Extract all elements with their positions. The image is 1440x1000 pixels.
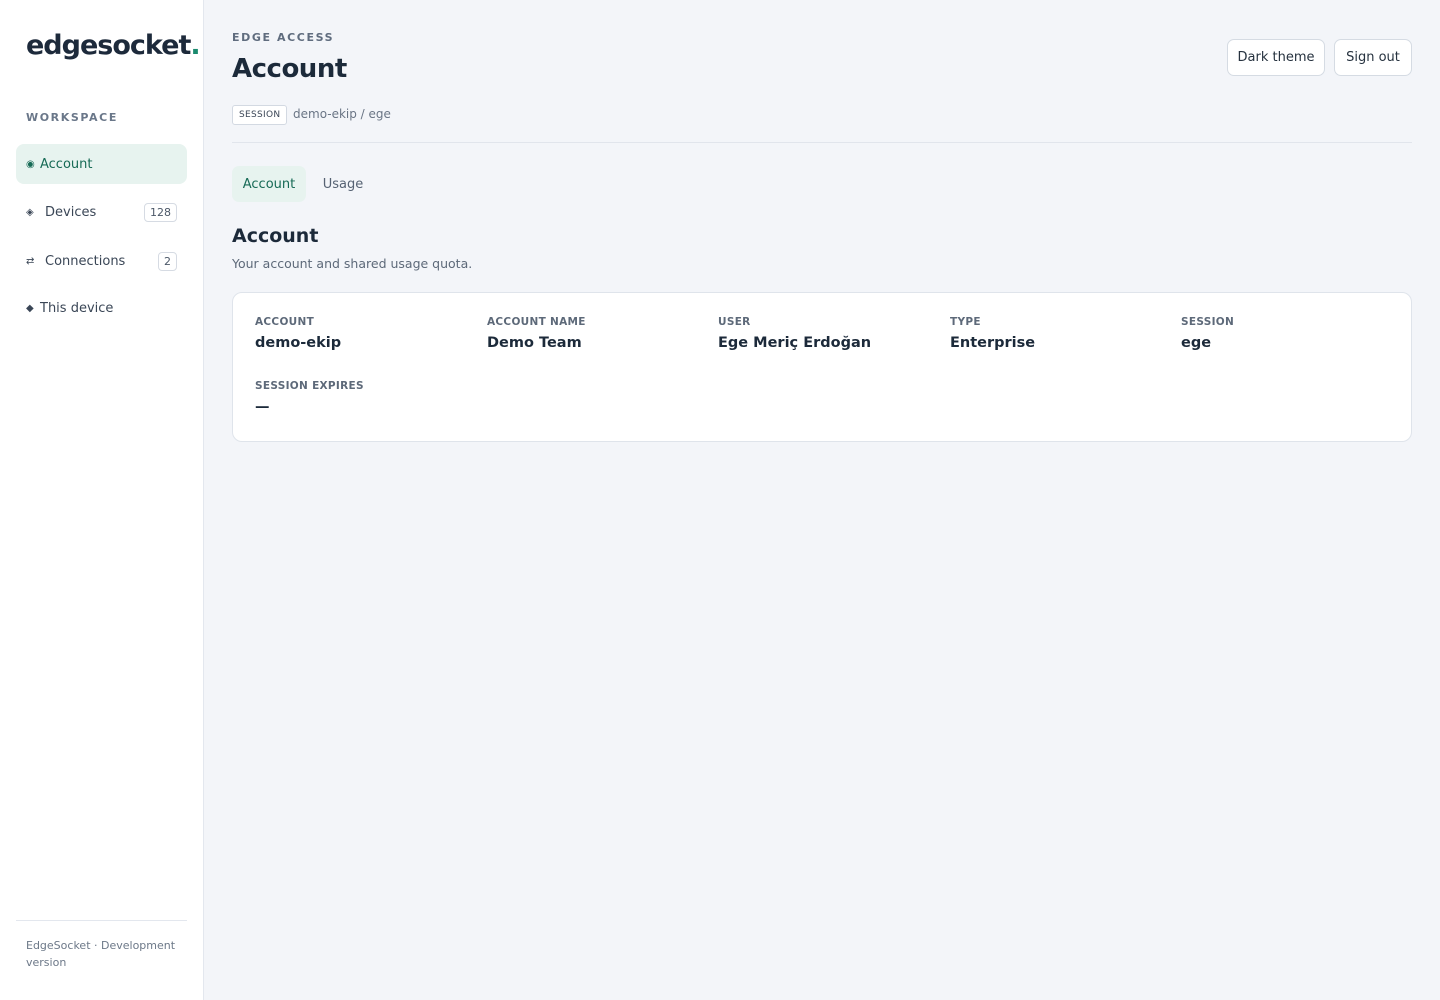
detail-label: ACCOUNT <box>255 316 315 328</box>
sign-out-button[interactable]: Sign out <box>1334 39 1412 76</box>
connections-icon: ⇄ <box>26 255 35 267</box>
sidebar-item-label: Connections <box>45 253 126 269</box>
detail-account: ACCOUNT demo-ekip <box>255 316 341 351</box>
detail-label: SESSION EXPIRES <box>255 380 364 392</box>
logo-text: edgesocket <box>26 30 191 61</box>
header-divider <box>232 142 1412 143</box>
version-footer: EdgeSocket · Development version <box>26 939 176 969</box>
detail-value: Demo Team <box>487 335 582 351</box>
section-subtitle: Your account and shared usage quota. <box>232 256 473 271</box>
detail-value: Ege Meriç Erdoğan <box>718 335 872 351</box>
sidebar-divider <box>16 920 187 921</box>
detail-value: ege <box>1181 335 1212 351</box>
detail-value: Enterprise <box>950 335 1036 351</box>
tab-account[interactable]: Account <box>232 166 306 202</box>
sidebar-item-account[interactable]: ◉ Account <box>16 144 187 184</box>
sidebar-item-devices[interactable]: ◈ Devices 128 <box>16 192 187 232</box>
session-tag: SESSION <box>232 105 288 125</box>
account-icon: ◉ <box>26 158 35 170</box>
account-details-card: ACCOUNT demo-ekip ACCOUNT NAME Demo Team… <box>232 292 1412 442</box>
detail-value: — <box>255 399 270 415</box>
workspace-label: WORKSPACE <box>26 111 118 124</box>
page-title: Account <box>232 54 347 84</box>
detail-label: SESSION <box>1181 316 1235 328</box>
count-badge: 128 <box>144 202 177 222</box>
tab-usage[interactable]: Usage <box>314 166 372 202</box>
detail-user: USER Ege Meriç Erdoğan <box>718 316 871 351</box>
sidebar-item-this-device[interactable]: ◆ This device <box>16 288 187 328</box>
detail-label: ACCOUNT NAME <box>487 316 586 328</box>
detail-session: SESSION ege <box>1181 316 1234 351</box>
eyebrow-label: EDGE ACCESS <box>232 31 335 44</box>
this-device-icon: ◆ <box>26 302 34 314</box>
sidebar-item-label: Account <box>40 156 93 172</box>
section-title: Account <box>232 225 319 247</box>
detail-account-name: ACCOUNT NAME Demo Team <box>487 316 586 351</box>
sidebar-item-connections[interactable]: ⇄ Connections 2 <box>16 241 187 281</box>
detail-session-expires: SESSION EXPIRES — <box>255 380 364 415</box>
logo-dot: . <box>190 30 200 61</box>
count-badge: 2 <box>158 251 177 271</box>
logo[interactable]: edgesocket. <box>26 30 201 61</box>
sidebar-item-label: This device <box>40 300 114 316</box>
sidebar-item-label: Devices <box>45 204 97 220</box>
detail-value: demo-ekip <box>255 335 342 351</box>
devices-icon: ◈ <box>26 206 34 218</box>
detail-label: TYPE <box>950 316 981 328</box>
detail-type: TYPE Enterprise <box>950 316 1035 351</box>
dark-theme-button[interactable]: Dark theme <box>1227 39 1325 76</box>
detail-label: USER <box>718 316 751 328</box>
sidebar: edgesocket. WORKSPACE ◉ Account ◈ Device… <box>0 0 204 1000</box>
session-path: demo-ekip / ege <box>293 107 391 121</box>
